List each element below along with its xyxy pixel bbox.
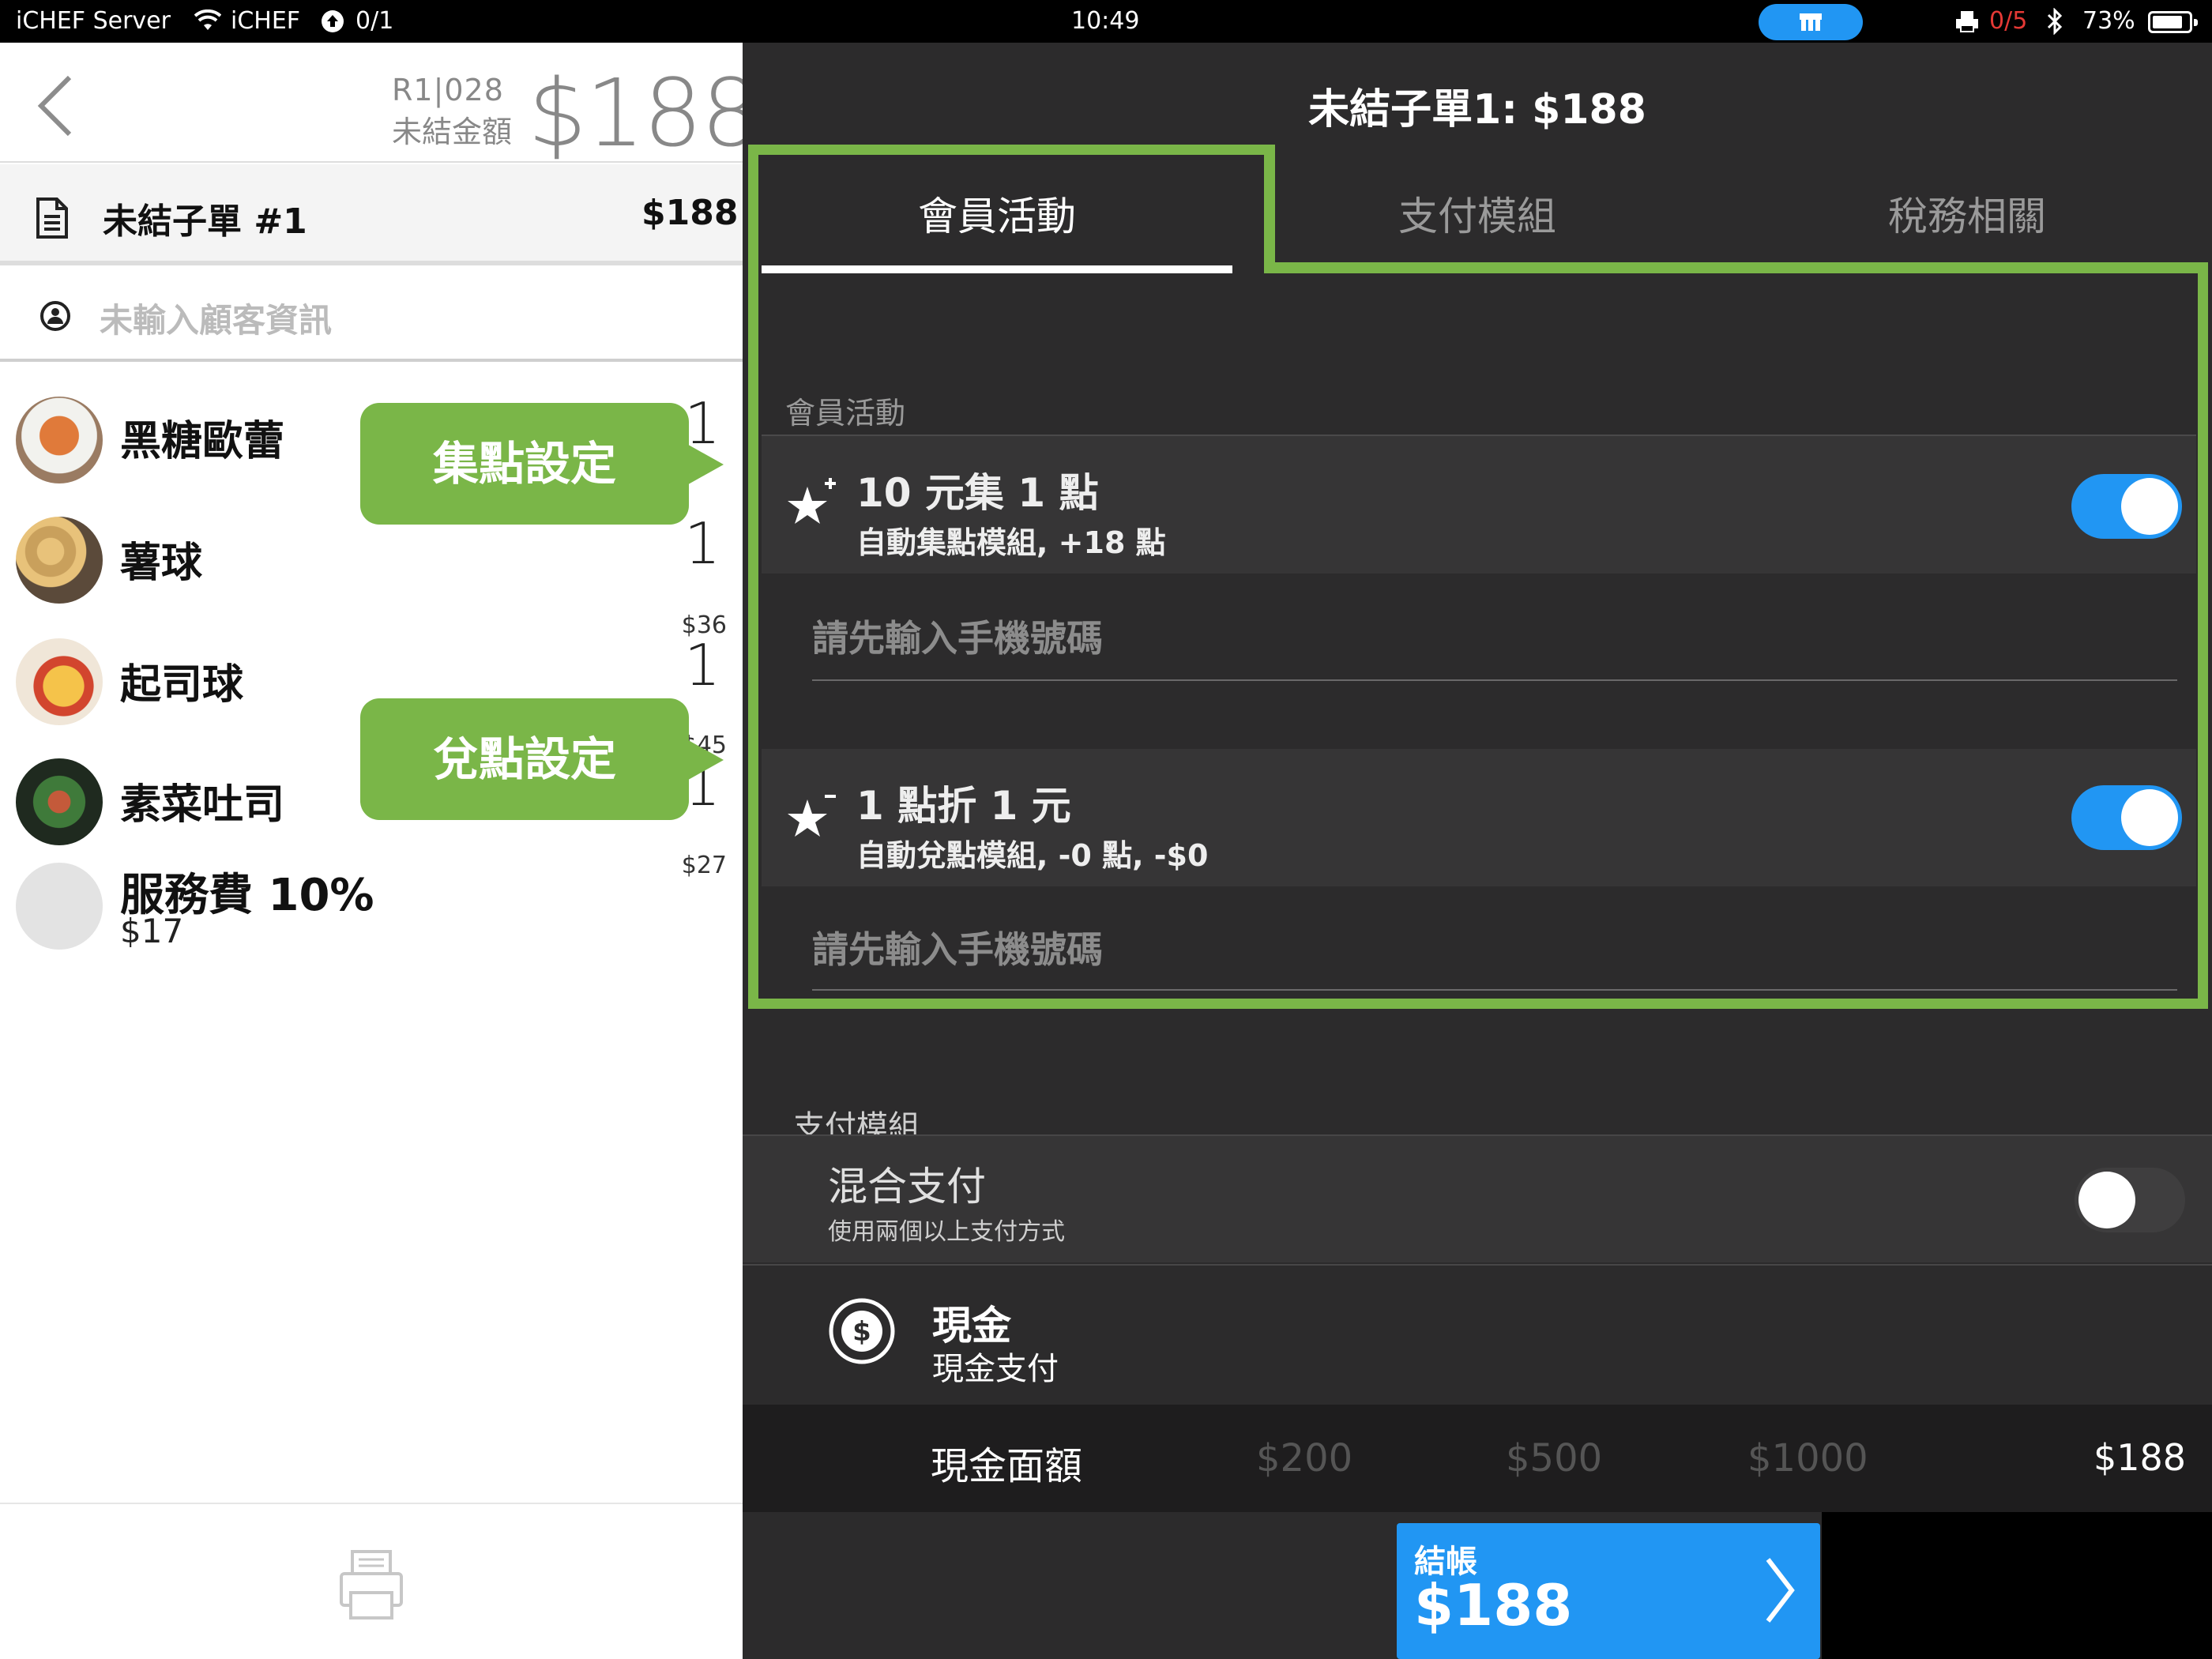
wifi-icon	[194, 9, 221, 30]
item-photo	[16, 758, 103, 845]
back-chevron-icon[interactable]	[35, 74, 79, 137]
redeem-rule-subtitle: 自動兌點模組, -0 點, -$0	[856, 838, 1209, 873]
earn-rule-title: 10 元集 1 點	[856, 470, 1099, 516]
battery-percent: 73%	[2082, 7, 2135, 35]
item-name: 黑糖歐蕾	[120, 418, 285, 465]
carrier-label: iCHEF Server	[16, 7, 171, 35]
service-fee-icon	[16, 863, 103, 950]
user-icon	[40, 301, 70, 331]
denomination-label: 現金面額	[931, 1444, 1083, 1488]
item-qty: 1	[684, 632, 720, 698]
left-footer	[0, 1503, 743, 1659]
cash-payment-row[interactable]: $ 現金 現金支付	[743, 1264, 2212, 1405]
input-underline	[812, 989, 2177, 991]
denomination-option[interactable]: $200	[1256, 1436, 1352, 1480]
item-name: 起司球	[120, 661, 244, 709]
subbill-amount: $188	[641, 193, 739, 233]
earn-points-callout-label: 集點設定	[360, 403, 689, 525]
order-panel: R1|028 未結金額 $188 未結子單 #1 $188 未輸入顧客資訊 黑糖…	[0, 43, 743, 1659]
item-name: 薯球	[120, 540, 203, 587]
bottom-bar-right	[1822, 1512, 2212, 1659]
earn-points-callout: 集點設定	[360, 403, 724, 525]
wifi-name: iCHEF	[231, 7, 301, 35]
section-heading: 會員活動	[785, 396, 906, 431]
checkout-amount: $188	[1414, 1572, 1573, 1638]
input-underline	[812, 679, 2177, 681]
mixed-payment-title: 混合支付	[828, 1164, 986, 1209]
checkout-panel: 未結子單1: $188 會員活動 支付模組 稅務相關 會員活動 10 元集 1 …	[743, 43, 2212, 1659]
unpaid-label: 未結金額	[392, 115, 513, 149]
item-photo	[16, 397, 103, 483]
unpaid-total: $188	[528, 58, 743, 167]
denomination-option[interactable]: $1000	[1747, 1436, 1868, 1480]
item-price: $27	[681, 852, 727, 879]
redeem-rule-row: 1 點折 1 元 自動兌點模組, -0 點, -$0	[762, 749, 2196, 886]
earn-rule-row: 10 元集 1 點 自動集點模組, +18 點	[762, 436, 2196, 574]
mixed-payment-subtitle: 使用兩個以上支付方式	[828, 1218, 1065, 1246]
order-number: R1|028	[392, 73, 504, 107]
chevron-right-icon	[1766, 1558, 1795, 1623]
service-fee-amount: $17	[120, 912, 184, 950]
star-minus-icon	[788, 795, 836, 837]
item-photo	[16, 638, 103, 725]
bluetooth-icon	[2047, 8, 2063, 35]
callout-pointer	[684, 442, 724, 487]
customer-placeholder: 未輸入顧客資訊	[100, 301, 333, 340]
sync-icon	[322, 10, 344, 32]
checkout-title: 未結子單1: $188	[1308, 86, 1646, 134]
earn-rule-subtitle: 自動集點模組, +18 點	[856, 525, 1166, 560]
customer-info-row[interactable]: 未輸入顧客資訊	[0, 270, 743, 362]
store-icon	[1800, 13, 1822, 31]
tab-member-activity[interactable]: 會員活動	[762, 163, 1232, 269]
tab-bar: 會員活動 支付模組 稅務相關	[762, 163, 2212, 281]
tab-payment-module[interactable]: 支付模組	[1232, 163, 1722, 269]
redeem-rule-title: 1 點折 1 元	[856, 783, 1071, 829]
print-icon[interactable]	[338, 1548, 404, 1621]
cash-denomination-row: 現金面額 $200 $500 $1000 $188	[743, 1405, 2212, 1512]
subbill-row[interactable]: 未結子單 #1 $188	[0, 164, 743, 265]
mixed-payment-toggle[interactable]	[2075, 1168, 2185, 1232]
callout-pointer	[684, 738, 724, 782]
denomination-option[interactable]: $500	[1506, 1436, 1602, 1480]
bottom-bar: 結帳 $188	[743, 1512, 2212, 1659]
toggle-knob	[2121, 789, 2178, 846]
redeem-phone-input-row: 請先輸入手機號碼	[762, 886, 2196, 991]
cash-subtitle: 現金支付	[932, 1351, 1059, 1387]
svg-text:$: $	[852, 1316, 871, 1348]
item-photo	[16, 517, 103, 604]
cash-icon: $	[829, 1298, 895, 1364]
status-bar: iCHEF Server iCHEF 0/1 10:49 0/5 73%	[0, 0, 2212, 43]
mixed-payment-row: 混合支付 使用兩個以上支付方式	[743, 1134, 2212, 1262]
store-pill[interactable]	[1759, 4, 1863, 40]
redeem-points-callout-label: 兌點設定	[360, 698, 689, 820]
subbill-label: 未結子單 #1	[103, 201, 307, 242]
clock: 10:49	[1071, 7, 1140, 35]
redeem-points-callout: 兌點設定	[360, 698, 724, 820]
earn-rule-toggle[interactable]	[2071, 474, 2182, 539]
redeem-phone-input[interactable]: 請先輸入手機號碼	[812, 921, 1103, 973]
order-header: R1|028 未結金額 $188	[0, 43, 743, 167]
tab-tax[interactable]: 稅務相關	[1722, 163, 2212, 269]
earn-phone-input[interactable]: 請先輸入手機號碼	[812, 610, 1103, 662]
denomination-exact[interactable]: $188	[2094, 1436, 2186, 1479]
star-plus-icon	[788, 478, 836, 524]
sync-count: 0/1	[356, 7, 394, 35]
toggle-knob	[2078, 1172, 2135, 1228]
earn-phone-input-row: 請先輸入手機號碼	[762, 574, 2196, 749]
document-icon	[36, 198, 68, 239]
item-name: 素菜吐司	[120, 781, 285, 829]
printer-count: 0/5	[1989, 7, 2028, 35]
printer-status-icon	[1956, 11, 1978, 32]
checkout-button[interactable]: 結帳 $188	[1397, 1523, 1820, 1659]
member-activity-section: 會員活動 10 元集 1 點 自動集點模組, +18 點 請先輸入手機號碼 1 …	[762, 281, 2196, 991]
redeem-rule-toggle[interactable]	[2071, 785, 2182, 850]
battery-icon	[2148, 11, 2198, 33]
tab-active-indicator	[762, 265, 1232, 273]
toggle-knob	[2121, 478, 2178, 535]
